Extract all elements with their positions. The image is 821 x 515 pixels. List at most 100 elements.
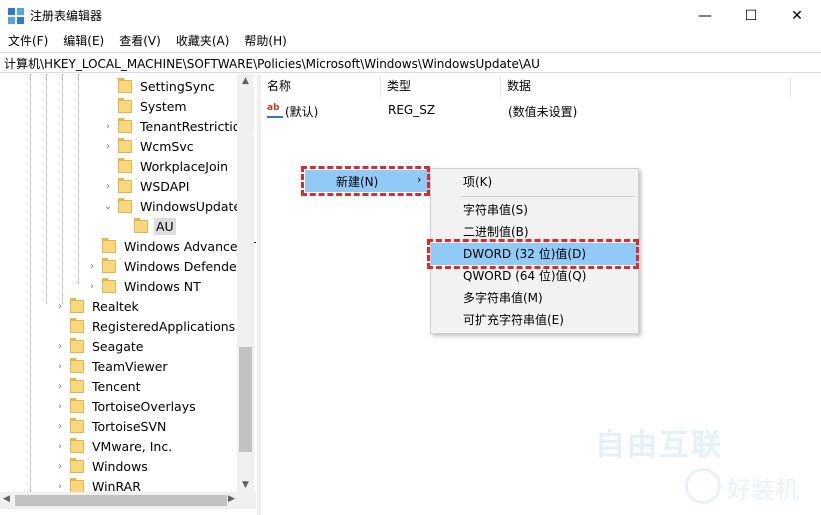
- tree-item-label: TortoiseSVN: [92, 418, 167, 434]
- folder-icon: [118, 157, 132, 173]
- tree-item-tortoisesvn[interactable]: › TortoiseSVN: [54, 416, 168, 436]
- folder-icon: [70, 357, 84, 373]
- expand-arrow-icon[interactable]: ›: [54, 461, 66, 472]
- tree-item-settingsync[interactable]: SettingSync: [102, 76, 217, 96]
- folder-icon: [70, 477, 84, 492]
- tree-guide-line: [62, 74, 63, 304]
- key-tree: SettingSync System › TenantRestrictions …: [0, 74, 256, 492]
- value-data: (数值未设置): [508, 105, 578, 119]
- expand-arrow-icon[interactable]: ›: [102, 141, 114, 152]
- menu-separator: [461, 196, 634, 197]
- folder-icon: [70, 377, 84, 393]
- tree-vertical-scrollbar[interactable]: ▲ ▼: [237, 74, 254, 492]
- tree-item-au[interactable]: AU: [118, 216, 176, 236]
- expand-arrow-icon[interactable]: ›: [86, 281, 98, 292]
- column-header-name[interactable]: 名称: [261, 77, 381, 97]
- menu-help[interactable]: 帮助(H): [236, 31, 293, 51]
- expand-arrow-icon[interactable]: ›: [86, 261, 98, 272]
- tree-guide-line: [30, 74, 31, 492]
- tree-item-workplacejoin[interactable]: WorkplaceJoin: [102, 156, 230, 176]
- folder-icon: [70, 417, 84, 433]
- scroll-left-icon[interactable]: ◀: [3, 494, 10, 504]
- folder-icon: [118, 77, 132, 93]
- tree-item-wcmsvc[interactable]: › WcmSvc: [102, 136, 196, 156]
- tree-item-label: WcmSvc: [140, 138, 194, 154]
- tree-item-label: Windows: [92, 458, 148, 474]
- minimize-button[interactable]: —: [682, 0, 728, 31]
- column-header-data[interactable]: 数据: [501, 77, 791, 97]
- menu-bar: 文件(F) 编辑(E) 查看(V) 收藏夹(A) 帮助(H): [0, 31, 821, 51]
- tree-item-system[interactable]: System: [102, 96, 189, 116]
- value-name: (默认): [285, 105, 319, 119]
- tree-item-label: System: [140, 98, 187, 114]
- tree-item-tortoiseoverlays[interactable]: › TortoiseOverlays: [54, 396, 198, 416]
- tree-item-windows-advanced-threat-protection[interactable]: Windows Advanced Threat Protection: [86, 236, 256, 256]
- watermark-site-text: 好装机: [727, 476, 799, 504]
- menu-edit[interactable]: 编辑(E): [55, 31, 111, 51]
- tree-item-label: TortoiseOverlays: [92, 398, 196, 414]
- tree-item-label: RegisteredApplications: [92, 318, 236, 334]
- tree-item-windowsupdate[interactable]: ⌄ WindowsUpdate: [102, 196, 243, 216]
- address-bar[interactable]: 计算机\HKEY_LOCAL_MACHINE\SOFTWARE\Policies…: [0, 52, 821, 73]
- menu-file[interactable]: 文件(F): [0, 31, 55, 51]
- value-type: REG_SZ: [388, 103, 436, 117]
- folder-icon: [118, 137, 132, 153]
- submenu-item-string[interactable]: 字符串值(S): [431, 199, 638, 221]
- column-header-type[interactable]: 类型: [381, 77, 501, 97]
- tree-item-wsdapi[interactable]: › WSDAPI: [102, 176, 191, 196]
- tree-item-tencent[interactable]: › Tencent: [54, 376, 143, 396]
- tree-item-seagate[interactable]: › Seagate: [54, 336, 145, 356]
- menu-favorites[interactable]: 收藏夹(A): [168, 31, 237, 51]
- submenu-item-multi-string[interactable]: 多字符串值(M): [431, 287, 638, 309]
- title-bar: 注册表编辑器 — ☐ ✕: [0, 0, 821, 31]
- folder-icon: [70, 317, 84, 333]
- close-button[interactable]: ✕: [774, 0, 820, 31]
- expand-arrow-icon[interactable]: ›: [54, 381, 66, 392]
- folder-icon: [102, 277, 116, 293]
- watermark-brand-text: 自由互联: [595, 428, 723, 463]
- folder-icon: [70, 397, 84, 413]
- expand-arrow-icon[interactable]: ›: [54, 301, 66, 312]
- tree-item-vmware[interactable]: › VMware, Inc.: [54, 436, 174, 456]
- tree-item-windows-nt[interactable]: › Windows NT: [86, 276, 203, 296]
- collapse-arrow-icon[interactable]: ⌄: [102, 201, 114, 212]
- expand-arrow-icon[interactable]: ›: [102, 181, 114, 192]
- scrollbar-thumb[interactable]: [239, 347, 252, 452]
- tree-item-registeredapplications[interactable]: RegisteredApplications: [54, 316, 237, 336]
- tree-item-realtek[interactable]: › Realtek: [54, 296, 141, 316]
- value-row-default[interactable]: ab (默认) REG_SZ (数值未设置): [261, 101, 801, 121]
- tree-item-label: WinRAR: [92, 478, 141, 493]
- tree-item-windows-defender[interactable]: › Windows Defender: [86, 256, 244, 276]
- highlight-annotation-box: [427, 239, 639, 269]
- tree-item-label: Realtek: [92, 298, 139, 314]
- expand-arrow-icon[interactable]: ›: [102, 121, 114, 132]
- watermark: 自由互联 好装机: [595, 420, 815, 510]
- scrollbar-thumb[interactable]: [15, 495, 227, 506]
- tree-item-winrar[interactable]: › WinRAR: [54, 476, 143, 492]
- expand-arrow-icon[interactable]: ›: [54, 341, 66, 352]
- folder-icon: [118, 197, 132, 213]
- folder-icon: [118, 97, 132, 113]
- highlight-annotation-box: [301, 166, 430, 196]
- maximize-button[interactable]: ☐: [728, 0, 774, 31]
- folder-icon: [70, 297, 84, 313]
- tree-item-label: Seagate: [92, 338, 144, 354]
- submenu-item-key[interactable]: 项(K): [431, 171, 638, 193]
- scroll-down-icon[interactable]: ▼: [237, 480, 254, 490]
- expand-arrow-icon[interactable]: ›: [54, 421, 66, 432]
- scroll-right-icon[interactable]: ▶: [228, 494, 235, 504]
- menu-view[interactable]: 查看(V): [111, 31, 168, 51]
- expand-arrow-icon[interactable]: ›: [54, 401, 66, 412]
- tree-horizontal-scrollbar[interactable]: ◀ ▶: [0, 492, 256, 509]
- scroll-up-icon[interactable]: ▲: [237, 76, 254, 86]
- tree-item-tenantrestrictions[interactable]: › TenantRestrictions: [102, 116, 256, 136]
- tree-item-teamviewer[interactable]: › TeamViewer: [54, 356, 170, 376]
- expand-arrow-icon[interactable]: ›: [54, 361, 66, 372]
- tree-item-label: Windows Advanced Threat Protection: [124, 238, 256, 254]
- tree-item-label: TeamViewer: [92, 358, 168, 374]
- expand-arrow-icon[interactable]: ›: [54, 441, 66, 452]
- tree-item-windows[interactable]: › Windows: [54, 456, 150, 476]
- expand-arrow-icon[interactable]: ›: [54, 481, 66, 492]
- submenu-item-expandable-string[interactable]: 可扩充字符串值(E): [431, 309, 638, 331]
- tree-item-label: VMware, Inc.: [92, 438, 173, 454]
